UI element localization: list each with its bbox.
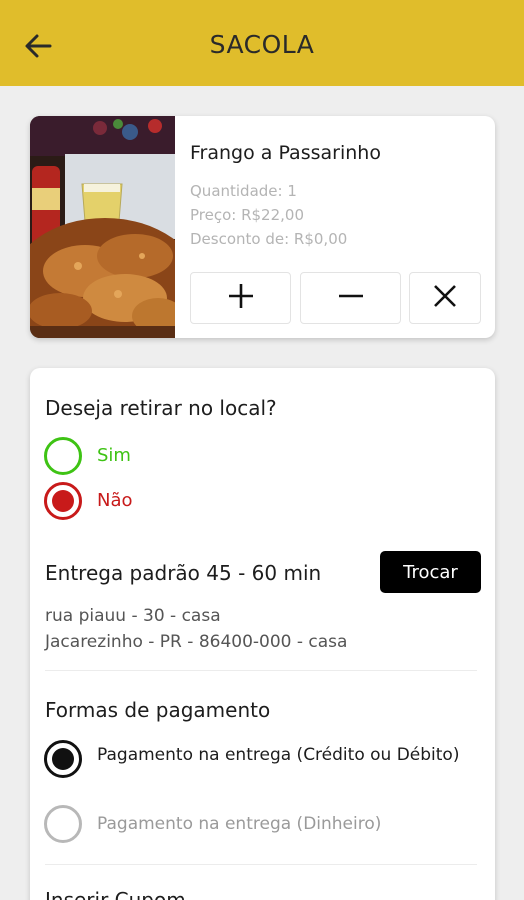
product-quantity: Quantidade: 1 [190,182,297,200]
address-line-2: Jacarezinho - PR - 86400-000 - casa [45,632,348,652]
minus-icon [337,282,365,314]
pickup-no-label: Não [97,490,133,511]
close-icon [431,282,459,314]
decrease-quantity-button[interactable] [300,272,401,324]
payment-cash-radio[interactable] [44,805,82,843]
app-bar: SACOLA [0,0,524,86]
pickup-question: Deseja retirar no local? [45,396,277,420]
product-price: Preço: R$22,00 [190,206,305,224]
payment-title: Formas de pagamento [45,698,271,722]
divider [45,864,477,865]
order-details-card: Deseja retirar no local? Sim Não Entrega… [30,368,495,900]
remove-item-button[interactable] [409,272,481,324]
plus-icon [227,282,255,314]
delivery-title: Entrega padrão 45 - 60 min [45,561,322,585]
payment-cash-label: Pagamento na entrega (Dinheiro) [97,814,382,834]
change-delivery-button[interactable]: Trocar [380,551,481,593]
page-title: SACOLA [209,30,315,59]
payment-card-label: Pagamento na entrega (Crédito ou Débito) [97,745,460,765]
increase-quantity-button[interactable] [190,272,291,324]
product-card: Frango a Passarinho Quantidade: 1 Preço:… [30,116,495,338]
pickup-no-radio[interactable] [44,482,82,520]
pickup-yes-label: Sim [97,445,131,466]
address-line-1: rua piauu - 30 - casa [45,606,221,626]
divider [45,670,477,671]
coupon-title[interactable]: Inserir Cupom [45,888,186,900]
payment-card-radio[interactable] [44,740,82,778]
pickup-yes-radio[interactable] [44,437,82,475]
product-discount: Desconto de: R$0,00 [190,230,348,248]
product-image [30,116,175,338]
product-name: Frango a Passarinho [190,142,381,164]
